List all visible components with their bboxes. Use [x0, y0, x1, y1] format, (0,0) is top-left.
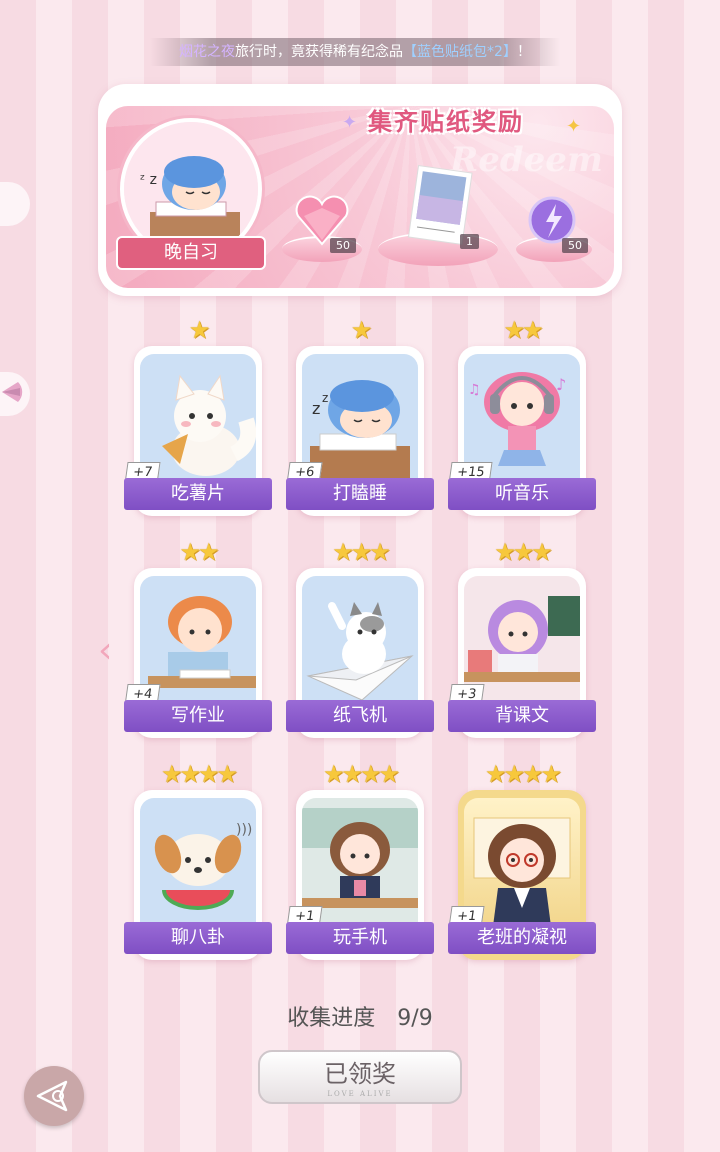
card-label: 写作业 — [124, 700, 272, 732]
ticker-end: ！ — [516, 44, 531, 60]
reward-count: 50 — [330, 238, 356, 253]
sticker-art-puppy-watermelon: ))) — [140, 798, 256, 934]
card-label: 老班的凝视 — [448, 922, 596, 954]
prev-page-chevron-icon[interactable]: ‹ — [98, 630, 112, 671]
reward-count: 1 — [460, 234, 479, 249]
svg-text:♪: ♪ — [556, 375, 566, 394]
rarity-stars: ★★ — [179, 538, 219, 566]
sticker-card[interactable]: ★★ ♪ ♫ +15 听音乐 — [448, 316, 596, 520]
portrait-label: 晚自习 — [116, 236, 266, 270]
claim-button-label: 已领奖 — [324, 1060, 396, 1088]
rarity-stars: ★ — [188, 316, 211, 344]
card-label: 聊八卦 — [124, 922, 272, 954]
sticker-card[interactable]: ★★★★ ))) 聊八卦 — [124, 760, 272, 964]
sticker-card[interactable]: ★★★★ +1 玩手机 — [286, 760, 434, 964]
back-arrow-icon — [36, 1080, 68, 1112]
claimed-button[interactable]: 已领奖 LOVE ALIVE — [258, 1050, 462, 1104]
sticker-card[interactable]: ★★★★ +1 老班的凝视 — [448, 760, 596, 964]
card-label: 听音乐 — [448, 478, 596, 510]
rarity-stars: ★★★★ — [322, 760, 400, 788]
star-deco-icon: ✦ — [342, 112, 358, 133]
rarity-stars: ★★ — [503, 316, 543, 344]
sticker-card[interactable]: ★★★ 纸飞机 — [286, 538, 434, 742]
fan-icon — [2, 382, 23, 402]
claim-button-sub: LOVE ALIVE — [327, 1090, 393, 1098]
sticker-card[interactable]: ★★★ +3 背课文 — [448, 538, 596, 742]
ticker-event-name: 烟花之夜 — [179, 44, 236, 60]
ticker-text: 旅行时，竟获得稀有纪念品 — [235, 44, 404, 60]
banner-watermark: Redeem — [450, 140, 603, 180]
sticker-card[interactable]: ★ +7 吃薯片 — [124, 316, 272, 520]
card-label: 玩手机 — [286, 922, 434, 954]
card-label: 背课文 — [448, 700, 596, 732]
back-button[interactable] — [24, 1066, 84, 1126]
svg-text:z: z — [322, 391, 328, 405]
card-label: 打瞌睡 — [286, 478, 434, 510]
rarity-stars: ★★★★ — [484, 760, 562, 788]
star-deco-icon: ✦ — [566, 116, 582, 137]
rarity-stars: ★★★ — [494, 538, 553, 566]
rarity-stars: ★★★ — [332, 538, 391, 566]
svg-text:z: z — [312, 399, 320, 418]
svg-text:))): ))) — [236, 822, 252, 838]
card-label: 吃薯片 — [124, 478, 272, 510]
card-label: 纸飞机 — [286, 700, 434, 732]
svg-text:ᶻ z: ᶻ z — [140, 172, 157, 188]
side-tab-top[interactable] — [0, 182, 30, 226]
svg-text:♫: ♫ — [468, 382, 481, 398]
sticker-card[interactable]: ★ z z +6 打瞌睡 — [286, 316, 434, 520]
ticker-item: 【蓝色贴纸包*2】 — [403, 44, 517, 60]
progress-value: 9/9 — [397, 1006, 433, 1031]
sticker-art-paper-plane-cat — [302, 576, 418, 712]
progress-label: 收集进度 — [287, 1006, 376, 1031]
announcement-ticker: 烟花之夜旅行时，竟获得稀有纪念品【蓝色贴纸包*2】！ — [150, 38, 560, 66]
side-tab-middle[interactable] — [0, 372, 30, 416]
rarity-stars: ★★★★ — [160, 760, 238, 788]
banner-title: 集齐贴纸奖励 — [368, 108, 524, 136]
sticker-card[interactable]: ★★ +4 写作业 — [124, 538, 272, 742]
rarity-stars: ★ — [350, 316, 373, 344]
reward-count: 50 — [562, 238, 588, 253]
collection-progress: 收集进度 9/9 — [0, 1000, 720, 1032]
